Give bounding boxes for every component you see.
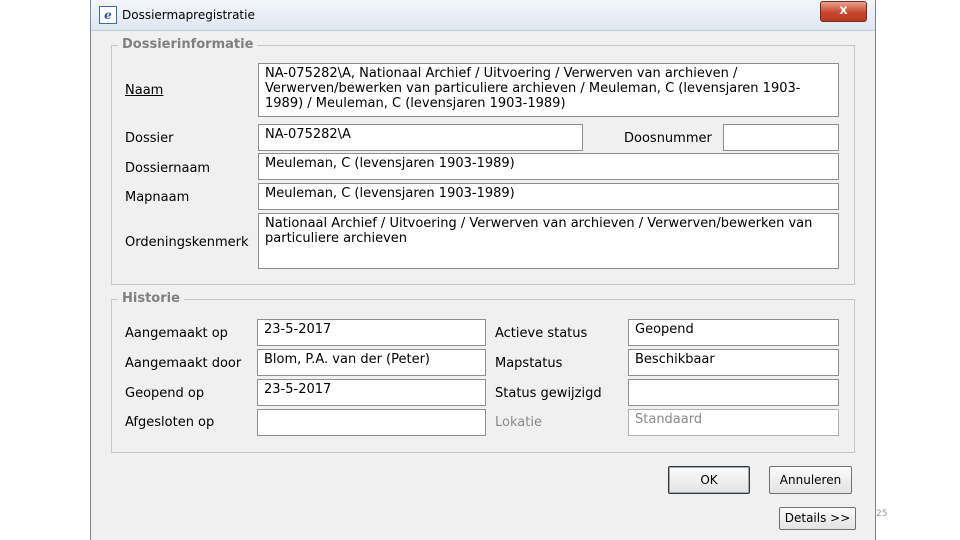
mapnaam-field[interactable]: Meuleman, C (levensjaren 1903-1989) bbox=[258, 183, 839, 210]
geopend-op-field[interactable]: 23-5-2017 bbox=[257, 379, 486, 406]
annuleren-button[interactable]: Annuleren bbox=[769, 466, 852, 494]
afgesloten-op-field[interactable] bbox=[257, 409, 486, 436]
dossierinformatie-legend: Dossierinformatie bbox=[118, 37, 258, 52]
status-gewijzigd-label: Status gewijzigd bbox=[495, 386, 602, 401]
naam-field[interactable]: NA-075282\A, Nationaal Archief / Uitvoer… bbox=[258, 63, 839, 117]
afgesloten-op-label: Afgesloten op bbox=[125, 415, 215, 430]
dossiermapregistratie-dialog: e Dossiermapregistratie x Dossierinforma… bbox=[90, 0, 876, 540]
aangemaakt-op-field[interactable]: 23-5-2017 bbox=[257, 319, 486, 346]
title-bar[interactable]: e Dossiermapregistratie x bbox=[91, 0, 875, 31]
dossiernaam-label: Dossiernaam bbox=[125, 161, 211, 176]
mapstatus-field[interactable]: Beschikbaar bbox=[628, 349, 839, 376]
window-title: Dossiermapregistratie bbox=[122, 8, 255, 22]
details-button[interactable]: Details >> bbox=[779, 507, 856, 530]
aangemaakt-door-label: Aangemaakt door bbox=[125, 356, 242, 371]
dossiernaam-field[interactable]: Meuleman, C (levensjaren 1903-1989) bbox=[258, 153, 839, 180]
ordeningskenmerk-label: Ordeningskenmerk bbox=[125, 235, 249, 250]
actieve-status-label: Actieve status bbox=[495, 326, 588, 341]
doosnummer-field[interactable] bbox=[723, 124, 839, 151]
page-number: 25 bbox=[876, 509, 888, 519]
lokatie-field: Standaard bbox=[628, 409, 839, 436]
actieve-status-field[interactable]: Geopend bbox=[628, 319, 839, 346]
aangemaakt-op-label: Aangemaakt op bbox=[125, 326, 228, 341]
close-button[interactable]: x bbox=[820, 1, 867, 22]
historie-legend: Historie bbox=[118, 291, 184, 306]
doosnummer-label: Doosnummer bbox=[624, 131, 712, 146]
app-e-icon: e bbox=[99, 6, 117, 24]
mapstatus-label: Mapstatus bbox=[495, 356, 563, 371]
ok-button[interactable]: OK bbox=[668, 466, 750, 494]
status-gewijzigd-field[interactable] bbox=[628, 379, 839, 406]
naam-label: Naam bbox=[125, 83, 164, 98]
dossier-field[interactable]: NA-075282\A bbox=[258, 124, 583, 151]
mapnaam-label: Mapnaam bbox=[125, 190, 190, 205]
ordeningskenmerk-field[interactable]: Nationaal Archief / Uitvoering / Verwerv… bbox=[258, 213, 839, 269]
aangemaakt-door-field[interactable]: Blom, P.A. van der (Peter) bbox=[257, 349, 486, 376]
dossier-label: Dossier bbox=[125, 131, 174, 146]
geopend-op-label: Geopend op bbox=[125, 386, 205, 401]
lokatie-label: Lokatie bbox=[495, 415, 542, 430]
